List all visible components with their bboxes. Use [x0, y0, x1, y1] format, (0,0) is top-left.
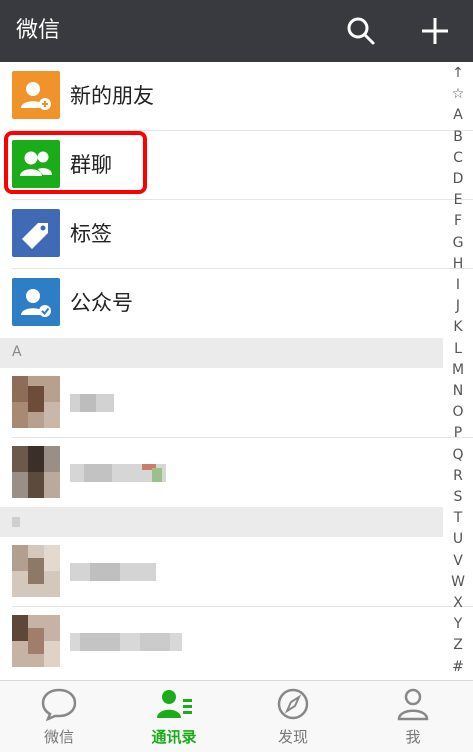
index-letter[interactable]: O	[443, 403, 473, 421]
index-letter[interactable]: W	[443, 573, 473, 591]
official-account-icon	[12, 278, 60, 326]
contact-name-blurred	[70, 563, 156, 581]
app-title: 微信	[16, 18, 61, 43]
tab-contacts-label: 通讯录	[151, 728, 197, 746]
tab-discover[interactable]: 发现	[234, 681, 352, 752]
tab-me[interactable]: 我	[354, 681, 472, 752]
index-letter[interactable]: R	[443, 467, 473, 485]
tab-discover-label: 发现	[277, 728, 308, 746]
group-chat-highlight	[4, 131, 147, 194]
alphabet-index-bar[interactable]: ↑ ☆ A B C D E F G H I J K L M N O P Q R S T U V W X Y Z #	[443, 62, 473, 680]
tab-contacts[interactable]: 通讯录	[115, 681, 233, 752]
index-letter[interactable]: G	[443, 234, 473, 252]
contact-row[interactable]	[0, 438, 443, 507]
index-letter[interactable]: D	[443, 170, 473, 188]
contact-avatar	[12, 615, 60, 667]
new-friends-item[interactable]: 新的朋友	[0, 62, 443, 131]
index-letter[interactable]: M	[443, 361, 473, 379]
blurred-letter	[12, 517, 20, 527]
search-icon[interactable]	[344, 14, 378, 48]
index-letter[interactable]: K	[443, 318, 473, 336]
contact-avatar	[12, 545, 60, 597]
bottom-tab-bar: 微信 通讯录 发现 我	[0, 680, 473, 752]
index-letter[interactable]: C	[443, 149, 473, 167]
index-letter[interactable]: S	[443, 488, 473, 506]
official-accounts-label: 公众号	[70, 291, 133, 315]
tab-chats-label: 微信	[43, 728, 74, 746]
index-letter[interactable]: I	[443, 276, 473, 294]
index-letter[interactable]: ↑	[443, 64, 473, 82]
index-letter[interactable]: Z	[443, 636, 473, 654]
contacts-icon	[157, 690, 192, 718]
index-letter[interactable]: H	[443, 255, 473, 273]
tags-label: 标签	[70, 222, 112, 246]
index-letter[interactable]: L	[443, 340, 473, 358]
plus-icon[interactable]	[418, 14, 452, 48]
index-letter[interactable]: Q	[443, 446, 473, 464]
index-letter[interactable]: P	[443, 424, 473, 442]
contact-row[interactable]	[0, 537, 443, 606]
contact-row[interactable]	[0, 607, 443, 676]
index-letter[interactable]: F	[443, 212, 473, 230]
tab-me-label: 我	[405, 728, 421, 746]
official-accounts-item[interactable]: 公众号	[0, 269, 443, 338]
chat-bubble-icon	[41, 688, 77, 721]
index-letter[interactable]: #	[443, 658, 473, 676]
contact-row[interactable]	[0, 368, 443, 437]
index-letter[interactable]: V	[443, 552, 473, 570]
tab-chats[interactable]: 微信	[0, 681, 118, 752]
section-letter: A	[12, 344, 22, 360]
index-letter[interactable]: B	[443, 128, 473, 146]
index-letter[interactable]: E	[443, 191, 473, 209]
index-letter[interactable]: Y	[443, 615, 473, 633]
compass-icon	[277, 688, 309, 720]
index-letter[interactable]: A	[443, 106, 473, 124]
top-bar: 微信	[0, 0, 473, 62]
contact-name-blurred	[70, 633, 182, 651]
index-letter[interactable]: ☆	[443, 85, 473, 103]
index-letter[interactable]: N	[443, 382, 473, 400]
tags-item[interactable]: 标签	[0, 200, 443, 269]
index-letter[interactable]: J	[443, 297, 473, 315]
contact-name-blurred	[70, 394, 114, 412]
add-friend-icon	[12, 71, 60, 119]
person-icon	[397, 688, 429, 721]
index-letter[interactable]: U	[443, 530, 473, 548]
contact-name-blurred	[70, 464, 166, 482]
tag-icon	[12, 209, 60, 257]
section-header-a: A	[0, 338, 443, 368]
section-header-blurred	[0, 507, 443, 537]
index-letter[interactable]: T	[443, 509, 473, 527]
contact-avatar	[12, 446, 60, 498]
index-letter[interactable]: X	[443, 594, 473, 612]
contact-avatar	[12, 376, 60, 428]
new-friends-label: 新的朋友	[70, 84, 154, 108]
